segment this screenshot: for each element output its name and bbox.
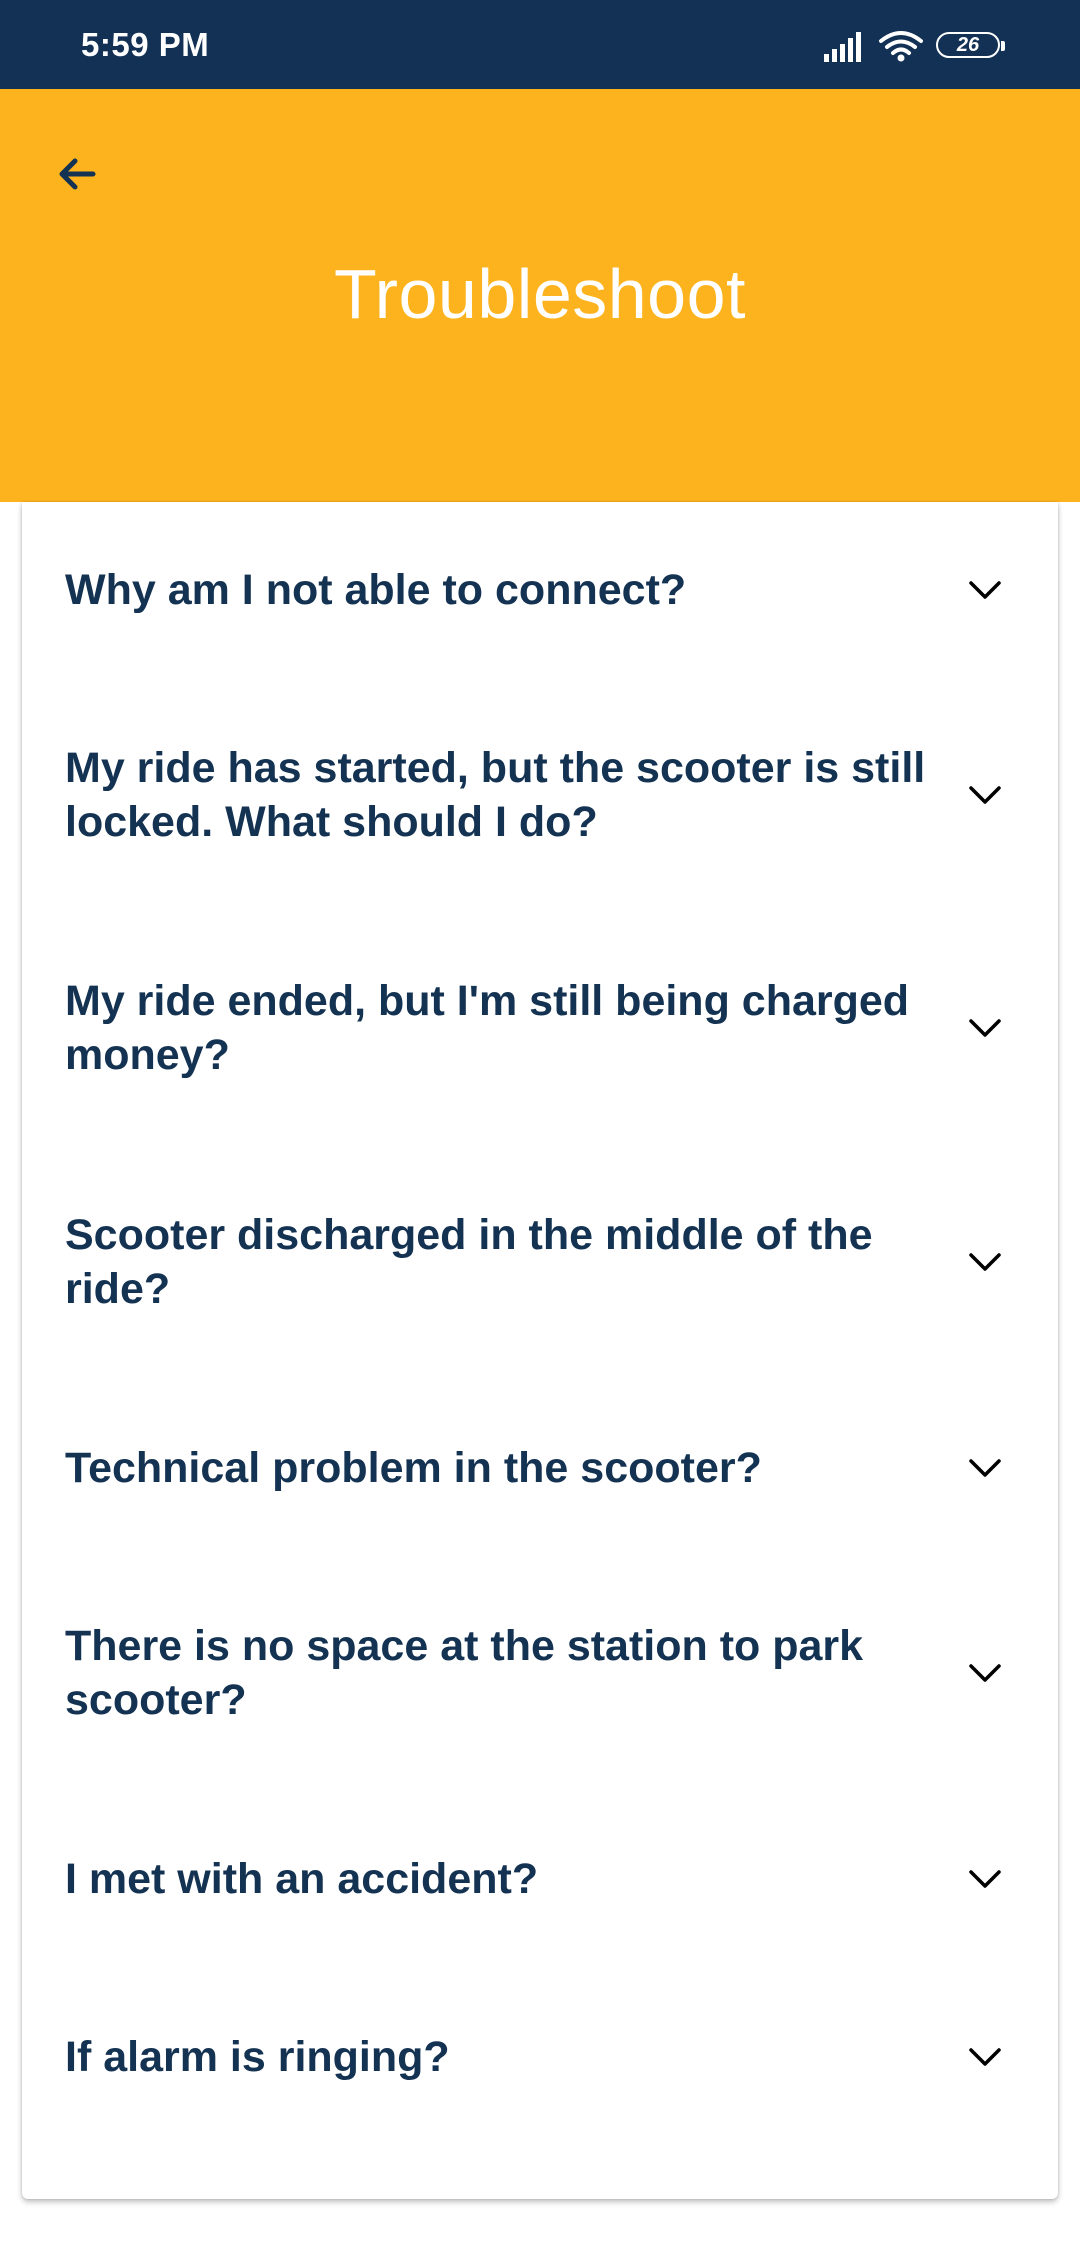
faq-question: If alarm is ringing? — [65, 2033, 450, 2081]
back-button[interactable] — [42, 139, 112, 209]
chevron-down-icon[interactable] — [965, 570, 1005, 610]
status-time: 5:59 PM — [81, 26, 210, 63]
battery-level: 26 — [956, 33, 980, 56]
chevron-down-icon[interactable] — [965, 2037, 1005, 2077]
status-icons: 26 — [824, 30, 1024, 62]
page-title: Troubleshoot — [334, 255, 746, 333]
chevron-down-icon[interactable] — [965, 1008, 1005, 1048]
faq-question: I met with an accident? — [65, 1855, 539, 1903]
battery-cap — [1001, 41, 1005, 51]
chevron-down-icon[interactable] — [965, 1448, 1005, 1488]
faq-question: Why am I not able to connect? — [65, 566, 687, 614]
app-header: Troubleshoot — [0, 89, 1080, 502]
chevron-down-icon[interactable] — [965, 1242, 1005, 1282]
faq-question: My ride has started, but the scooter is … — [65, 744, 926, 846]
chevron-down-icon[interactable] — [965, 1653, 1005, 1693]
faq-question: There is no space at the station to park… — [65, 1622, 864, 1724]
chevron-down-icon[interactable] — [965, 1859, 1005, 1899]
faq-question: Scooter discharged in the middle of the … — [65, 1211, 873, 1313]
signal-icon — [824, 32, 861, 62]
arrow-left-icon — [59, 158, 96, 190]
status-bar: 5:59 PM 26 — [0, 0, 1080, 89]
faq-list: Why am I not able to connect? My ride ha… — [22, 502, 1058, 2199]
faq-question: Technical problem in the scooter? — [65, 1444, 762, 1492]
wifi-icon — [879, 31, 923, 62]
faq-question: My ride ended, but I'm still being charg… — [65, 977, 910, 1079]
chevron-down-icon[interactable] — [965, 775, 1005, 815]
battery-icon: 26 — [936, 32, 1005, 58]
